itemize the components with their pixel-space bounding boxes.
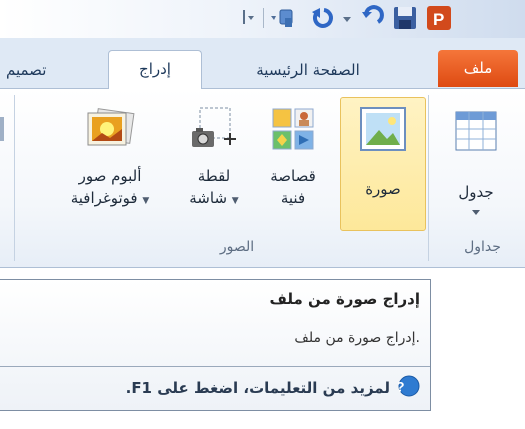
- qat-customize-icon[interactable]: [233, 4, 259, 32]
- save-icon[interactable]: [392, 4, 418, 32]
- tab-insert[interactable]: إدراج: [108, 50, 202, 89]
- tab-design[interactable]: تصميم: [0, 53, 84, 87]
- photo-album-label-line2: فوتوغرافية: [70, 189, 138, 207]
- screenshot-button[interactable]: لقطة شاشة ▼: [176, 97, 252, 229]
- svg-text:?: ?: [398, 379, 405, 395]
- tab-home[interactable]: الصفحة الرئيسية: [218, 53, 398, 87]
- screenshot-label-line2: شاشة: [189, 189, 228, 207]
- screenshot-icon: [186, 105, 242, 153]
- screenshot-dropdown-icon: ▼: [231, 196, 239, 206]
- undo-icon[interactable]: [310, 4, 336, 32]
- svg-text:P: P: [433, 10, 444, 29]
- touch-mode-icon[interactable]: [268, 4, 294, 32]
- picture-button[interactable]: صورة: [340, 97, 426, 231]
- redo-icon[interactable]: [358, 4, 384, 32]
- tooltip-help-text: لمزيد من التعليمات، اضغط على F1.: [125, 379, 390, 397]
- table-button-label: جدول: [458, 183, 494, 201]
- ribbon-overflow-edge: [0, 117, 4, 141]
- group-separator: [428, 95, 429, 261]
- powerpoint-logo-icon: P: [425, 4, 451, 32]
- quick-access-toolbar: P: [0, 0, 525, 38]
- photo-album-button[interactable]: ألبوم صور فوتوغرافية ▼: [50, 97, 170, 229]
- picture-button-label: صورة: [365, 180, 401, 198]
- screenshot-label-row2: شاشة ▼: [176, 187, 252, 212]
- ribbon-insert-panel: جدول جداول صورة قصاصة فنية لقطة شاشة ▼ أ…: [0, 89, 525, 268]
- group-label-images: الصور: [219, 239, 255, 255]
- tab-file[interactable]: ملف: [438, 50, 518, 87]
- table-dropdown-icon: [440, 203, 512, 222]
- ribbon-tab-row: تصميم إدراج الصفحة الرئيسية ملف: [0, 38, 525, 89]
- clipart-button[interactable]: قصاصة فنية: [258, 97, 328, 229]
- table-button[interactable]: جدول: [440, 97, 512, 237]
- tooltip-title: إدراج صورة من ملف: [269, 290, 420, 308]
- picture-icon: [357, 104, 409, 156]
- tooltip-panel: إدراج صورة من ملف إدراج صورة من ملف. ? ل…: [0, 279, 431, 411]
- tooltip-body: إدراج صورة من ملف.: [294, 330, 420, 346]
- table-icon: [453, 109, 499, 155]
- photo-album-label-row2: فوتوغرافية ▼: [50, 187, 170, 212]
- group-separator-left: [14, 95, 15, 261]
- group-label-tables: جداول: [464, 239, 501, 255]
- qat-separator: [263, 8, 264, 28]
- help-icon: ?: [396, 375, 420, 401]
- photo-album-icon: [82, 105, 138, 155]
- clipart-icon: [269, 105, 317, 153]
- tooltip-divider: [0, 366, 430, 367]
- clipart-label-line1: قصاصة: [270, 167, 316, 185]
- screenshot-label-line1: لقطة: [197, 167, 231, 185]
- clipart-label-line2: فنية: [280, 189, 306, 207]
- tooltip-help-row: ? لمزيد من التعليمات، اضغط على F1.: [126, 374, 420, 402]
- photo-album-dropdown-icon: ▼: [142, 196, 150, 206]
- photo-album-label-line1: ألبوم صور: [78, 167, 142, 185]
